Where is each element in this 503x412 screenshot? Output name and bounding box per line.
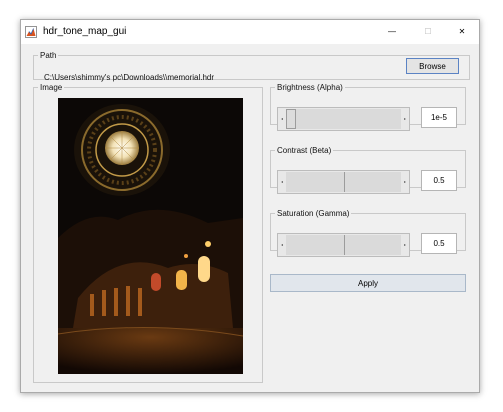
brightness-slider-trough[interactable] xyxy=(296,109,401,129)
contrast-label: Contrast (Beta) xyxy=(277,146,332,155)
image-panel-label: Image xyxy=(40,83,63,92)
window-title: hdr_tone_map_gui xyxy=(43,26,127,37)
saturation-slider-track[interactable] xyxy=(286,235,401,255)
contrast-slider-trough-right[interactable] xyxy=(344,172,401,192)
path-value: C:\Users\shimmy's pc\Downloads\\memorial… xyxy=(44,73,215,82)
arrow-right-icon[interactable]: ▸ xyxy=(401,171,409,193)
arrow-left-icon[interactable]: ◂ xyxy=(278,234,286,256)
minimize-button[interactable]: — xyxy=(375,20,409,44)
apply-button[interactable]: Apply xyxy=(270,274,466,292)
close-button[interactable]: ✕ xyxy=(445,20,479,44)
contrast-slider[interactable]: ◂ ▸ xyxy=(277,170,410,194)
brightness-value[interactable]: 1e-5 xyxy=(421,107,457,128)
arrow-right-icon[interactable]: ▸ xyxy=(401,108,409,130)
saturation-slider[interactable]: ◂ ▸ xyxy=(277,233,410,257)
path-panel: Path C:\Users\shimmy's pc\Downloads\\mem… xyxy=(33,51,470,82)
brightness-slider-track[interactable] xyxy=(286,109,401,129)
path-panel-label: Path xyxy=(40,51,57,60)
hdr-preview-image xyxy=(58,98,243,374)
contrast-slider-track[interactable] xyxy=(286,172,401,192)
app-window: hdr_tone_map_gui — ☐ ✕ Path C:\Users\shi… xyxy=(20,19,480,393)
browse-button[interactable]: Browse xyxy=(406,58,459,74)
saturation-slider-trough-right[interactable] xyxy=(344,235,401,255)
contrast-panel: Contrast (Beta) ◂ ▸ 0.5 xyxy=(270,146,466,194)
saturation-panel: Saturation (Gamma) ◂ ▸ 0.5 xyxy=(270,209,466,257)
arrow-left-icon[interactable]: ◂ xyxy=(278,171,286,193)
saturation-value[interactable]: 0.5 xyxy=(421,233,457,254)
maximize-button[interactable]: ☐ xyxy=(411,20,445,44)
brightness-panel: Brightness (Alpha) ◂ ▸ 1e-5 xyxy=(270,83,466,131)
brightness-label: Brightness (Alpha) xyxy=(277,83,343,92)
brightness-slider[interactable]: ◂ ▸ xyxy=(277,107,410,131)
brightness-slider-thumb[interactable] xyxy=(286,109,296,129)
matlab-figure-icon xyxy=(25,26,37,38)
title-bar: hdr_tone_map_gui — ☐ ✕ xyxy=(21,20,479,44)
contrast-value[interactable]: 0.5 xyxy=(421,170,457,191)
arrow-right-icon[interactable]: ▸ xyxy=(401,234,409,256)
contrast-slider-trough-left[interactable] xyxy=(286,172,344,192)
arrow-left-icon[interactable]: ◂ xyxy=(278,108,286,130)
saturation-label: Saturation (Gamma) xyxy=(277,209,350,218)
saturation-slider-trough-left[interactable] xyxy=(286,235,344,255)
